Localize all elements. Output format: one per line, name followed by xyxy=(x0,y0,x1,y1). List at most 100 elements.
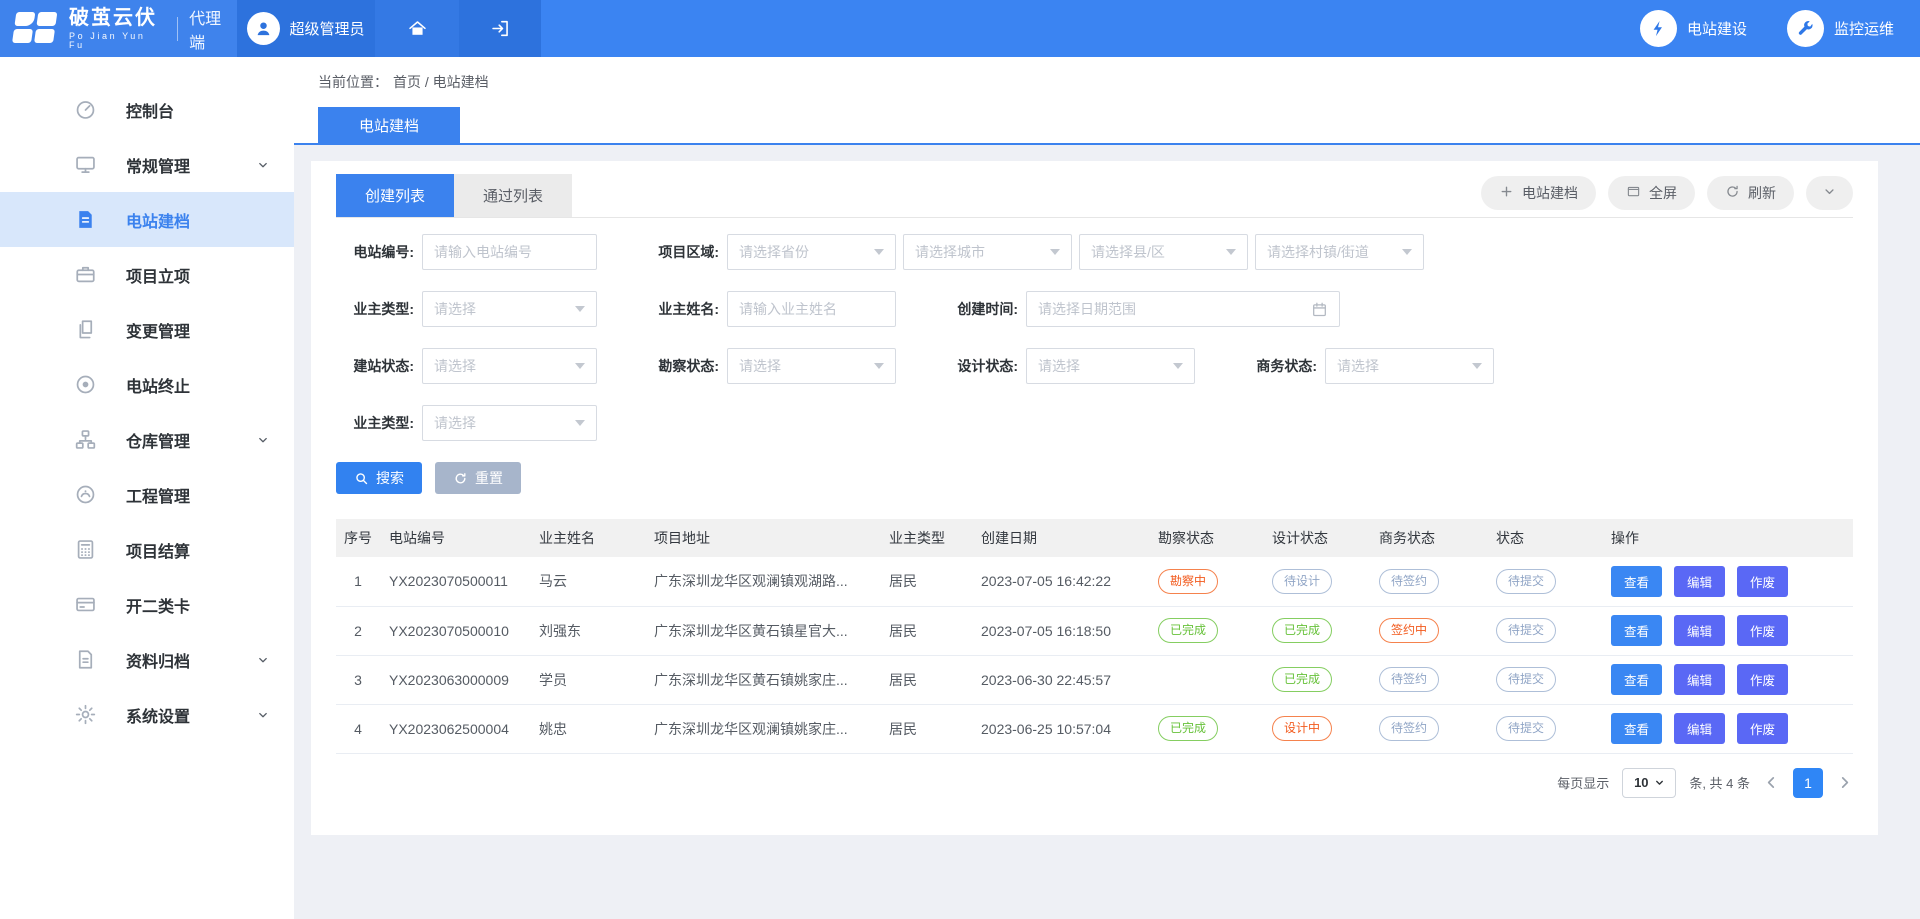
filter-label: 勘察状态: xyxy=(641,356,719,376)
view-button[interactable]: 查看 xyxy=(1611,713,1662,744)
owner-name-input xyxy=(727,291,896,327)
breadcrumb: 当前位置： 首页 / 电站建档 xyxy=(294,57,1920,107)
col-header-3: 项目地址 xyxy=(646,519,881,557)
cell-address: 广东深圳龙华区观澜镇观湖路... xyxy=(646,557,881,606)
cell-owner: 刘强东 xyxy=(531,606,646,655)
sidebar-item-6[interactable]: 仓库管理 xyxy=(0,412,294,467)
sidebar-item-2[interactable]: 电站建档 xyxy=(0,192,294,247)
sidebar-item-7[interactable]: 工程管理 xyxy=(0,467,294,522)
province-select[interactable]: 请选择省份 xyxy=(727,234,896,270)
caret-down-icon xyxy=(575,420,585,426)
build-status-select[interactable]: 请选择 xyxy=(422,348,597,384)
total-count-label: 条, 共 4 条 xyxy=(1689,773,1750,792)
cell-owner: 姚忠 xyxy=(531,704,646,753)
nav-station-build[interactable]: 电站建设 xyxy=(1640,0,1747,57)
cell-created: 2023-07-05 16:42:22 xyxy=(973,557,1150,606)
cell-business-status: 签约中 xyxy=(1371,606,1488,655)
reset-button[interactable]: 重置 xyxy=(435,462,521,494)
void-button[interactable]: 作废 xyxy=(1737,615,1788,646)
cell-created: 2023-07-05 16:18:50 xyxy=(973,606,1150,655)
sidebar-item-3[interactable]: 项目立项 xyxy=(0,247,294,302)
filter-label: 建站状态: xyxy=(336,356,414,376)
business-status-select[interactable]: 请选择 xyxy=(1325,348,1494,384)
sidebar-item-4[interactable]: 变更管理 xyxy=(0,302,294,357)
void-button[interactable]: 作废 xyxy=(1737,664,1788,695)
status-badge: 待签约 xyxy=(1379,667,1439,692)
sidebar-item-label: 变更管理 xyxy=(126,318,190,342)
nav-monitor-ops[interactable]: 监控运维 xyxy=(1787,0,1894,57)
page-1-button[interactable]: 1 xyxy=(1793,768,1823,798)
table-header-row: 序号电站编号业主姓名项目地址业主类型创建日期勘察状态设计状态商务状态状态操作 xyxy=(336,519,1853,557)
gauge-icon xyxy=(74,483,97,506)
tab-create-list[interactable]: 创建列表 xyxy=(336,174,454,217)
sidebar-item-11[interactable]: 系统设置 xyxy=(0,687,294,742)
logo-title: 破茧云伏 xyxy=(69,8,166,28)
cell-index: 4 xyxy=(336,704,381,753)
user-menu[interactable]: 超级管理员 xyxy=(237,0,375,57)
sidebar-item-10[interactable]: 资料归档 xyxy=(0,632,294,687)
district-select[interactable]: 请选择县/区 xyxy=(1079,234,1248,270)
page-tab-station-archive[interactable]: 电站建档 xyxy=(318,107,460,143)
void-button[interactable]: 作废 xyxy=(1737,713,1788,744)
cell-actions: 查看编辑作废 xyxy=(1603,557,1853,606)
edit-button[interactable]: 编辑 xyxy=(1674,615,1725,646)
filter-label: 业主类型: xyxy=(336,299,414,319)
search-button[interactable]: 搜索 xyxy=(336,462,422,494)
gear-icon xyxy=(74,703,97,726)
cell-station_no: YX2023070500010 xyxy=(381,606,531,655)
search-icon xyxy=(354,471,369,486)
col-header-10: 操作 xyxy=(1603,519,1853,557)
view-button[interactable]: 查看 xyxy=(1611,615,1662,646)
view-button[interactable]: 查看 xyxy=(1611,664,1662,695)
status-badge: 签约中 xyxy=(1379,618,1439,643)
add-station-button[interactable]: 电站建档 xyxy=(1481,176,1596,210)
cell-status-status: 待提交 xyxy=(1488,557,1603,606)
sidebar-item-label: 工程管理 xyxy=(126,483,190,507)
view-button[interactable]: 查看 xyxy=(1611,566,1662,597)
user-name: 超级管理员 xyxy=(289,18,364,39)
col-header-2: 业主姓名 xyxy=(531,519,646,557)
void-button[interactable]: 作废 xyxy=(1737,566,1788,597)
prev-page-button[interactable] xyxy=(1763,774,1780,791)
edit-button[interactable]: 编辑 xyxy=(1674,566,1725,597)
create-time-range[interactable]: 请选择日期范围 xyxy=(1026,291,1340,327)
fullscreen-button[interactable]: 全屏 xyxy=(1608,176,1695,210)
tab-passed-list[interactable]: 通过列表 xyxy=(454,174,572,217)
collapse-button[interactable] xyxy=(1806,176,1853,210)
owner-type-select[interactable]: 请选择 xyxy=(422,291,597,327)
survey-status-select[interactable]: 请选择 xyxy=(727,348,896,384)
cell-design-status: 待设计 xyxy=(1264,557,1371,606)
sidebar-item-1[interactable]: 常规管理 xyxy=(0,137,294,192)
sidebar-item-0[interactable]: 控制台 xyxy=(0,82,294,137)
calendar-icon xyxy=(1311,301,1328,318)
per-page-select[interactable]: 10 xyxy=(1622,768,1676,798)
table-row-3: 4YX2023062500004姚忠广东深圳龙华区观澜镇姚家庄...居民2023… xyxy=(336,704,1853,753)
refresh-button[interactable]: 刷新 xyxy=(1707,176,1794,210)
status-badge: 待签约 xyxy=(1379,716,1439,741)
status-badge: 已完成 xyxy=(1158,618,1218,643)
sidebar-item-5[interactable]: 电站终止 xyxy=(0,357,294,412)
design-status-select[interactable]: 请选择 xyxy=(1026,348,1195,384)
panel-toolbar: 电站建档 全屏 刷新 xyxy=(1481,176,1853,217)
app-header: 破茧云伏 Po Jian Yun Fu 代理端 超级管理员 电站建设 监控运维 xyxy=(0,0,1920,57)
town-select[interactable]: 请选择村镇/街道 xyxy=(1255,234,1424,270)
cell-business-status: 待签约 xyxy=(1371,557,1488,606)
owner-type-select-2[interactable]: 请选择 xyxy=(422,405,597,441)
city-select[interactable]: 请选择城市 xyxy=(903,234,1072,270)
home-button[interactable] xyxy=(375,0,459,57)
col-header-6: 勘察状态 xyxy=(1150,519,1264,557)
next-page-button[interactable] xyxy=(1836,774,1853,791)
sidebar: 控制台 常规管理 电站建档 项目立项 变更管理 电站终止 仓库管理 工程管理 项… xyxy=(0,57,294,919)
logout-button[interactable] xyxy=(459,0,541,57)
sidebar-item-8[interactable]: 项目结算 xyxy=(0,522,294,577)
filter-row-3: 业主类型: 请选择 xyxy=(336,405,1853,441)
sidebar-item-label: 电站建档 xyxy=(126,208,190,232)
chevron-down-icon xyxy=(256,653,270,667)
plus-icon xyxy=(1499,184,1514,202)
edit-button[interactable]: 编辑 xyxy=(1674,713,1725,744)
status-badge: 待签约 xyxy=(1379,569,1439,594)
cell-status-status: 待提交 xyxy=(1488,606,1603,655)
edit-button[interactable]: 编辑 xyxy=(1674,664,1725,695)
sidebar-item-9[interactable]: 开二类卡 xyxy=(0,577,294,632)
cell-owner: 马云 xyxy=(531,557,646,606)
